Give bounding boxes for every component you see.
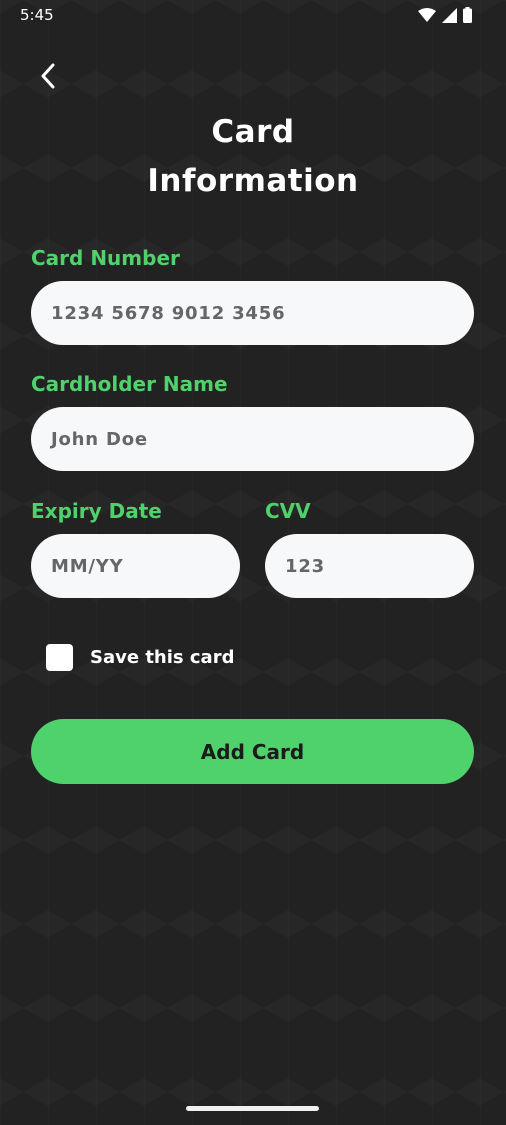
save-card-label[interactable]: Save this card xyxy=(90,647,234,668)
expiry-date-field[interactable]: MM/YY xyxy=(31,534,240,598)
status-icons xyxy=(418,7,472,23)
cvv-field[interactable]: 123 xyxy=(265,534,474,598)
cvv-label: CVV xyxy=(265,499,311,523)
cardholder-name-label: Cardholder Name xyxy=(31,372,228,396)
chevron-left-icon xyxy=(40,63,56,93)
cardholder-name-placeholder: John Doe xyxy=(51,428,148,450)
status-time: 5:45 xyxy=(20,6,54,24)
save-card-checkbox[interactable] xyxy=(46,644,73,671)
add-card-button-label: Add Card xyxy=(200,739,305,764)
home-indicator[interactable] xyxy=(186,1106,319,1111)
save-card-row: Save this card xyxy=(46,644,234,671)
add-card-button[interactable]: Add Card xyxy=(31,719,474,784)
cvv-placeholder: 123 xyxy=(285,555,325,577)
cardholder-name-field[interactable]: John Doe xyxy=(31,407,474,471)
page-title: Card Information xyxy=(0,108,506,206)
card-number-label: Card Number xyxy=(31,246,180,270)
signal-icon xyxy=(442,7,457,23)
card-number-placeholder: 1234 5678 9012 3456 xyxy=(51,302,286,324)
page-title-line1: Card xyxy=(211,114,295,150)
back-button[interactable] xyxy=(32,62,64,94)
expiry-date-placeholder: MM/YY xyxy=(51,555,124,577)
battery-icon xyxy=(463,7,472,23)
card-number-field[interactable]: 1234 5678 9012 3456 xyxy=(31,281,474,345)
wifi-icon xyxy=(418,8,436,22)
page-title-line2: Information xyxy=(147,163,359,199)
expiry-date-label: Expiry Date xyxy=(31,499,162,523)
status-bar: 5:45 xyxy=(0,0,506,30)
